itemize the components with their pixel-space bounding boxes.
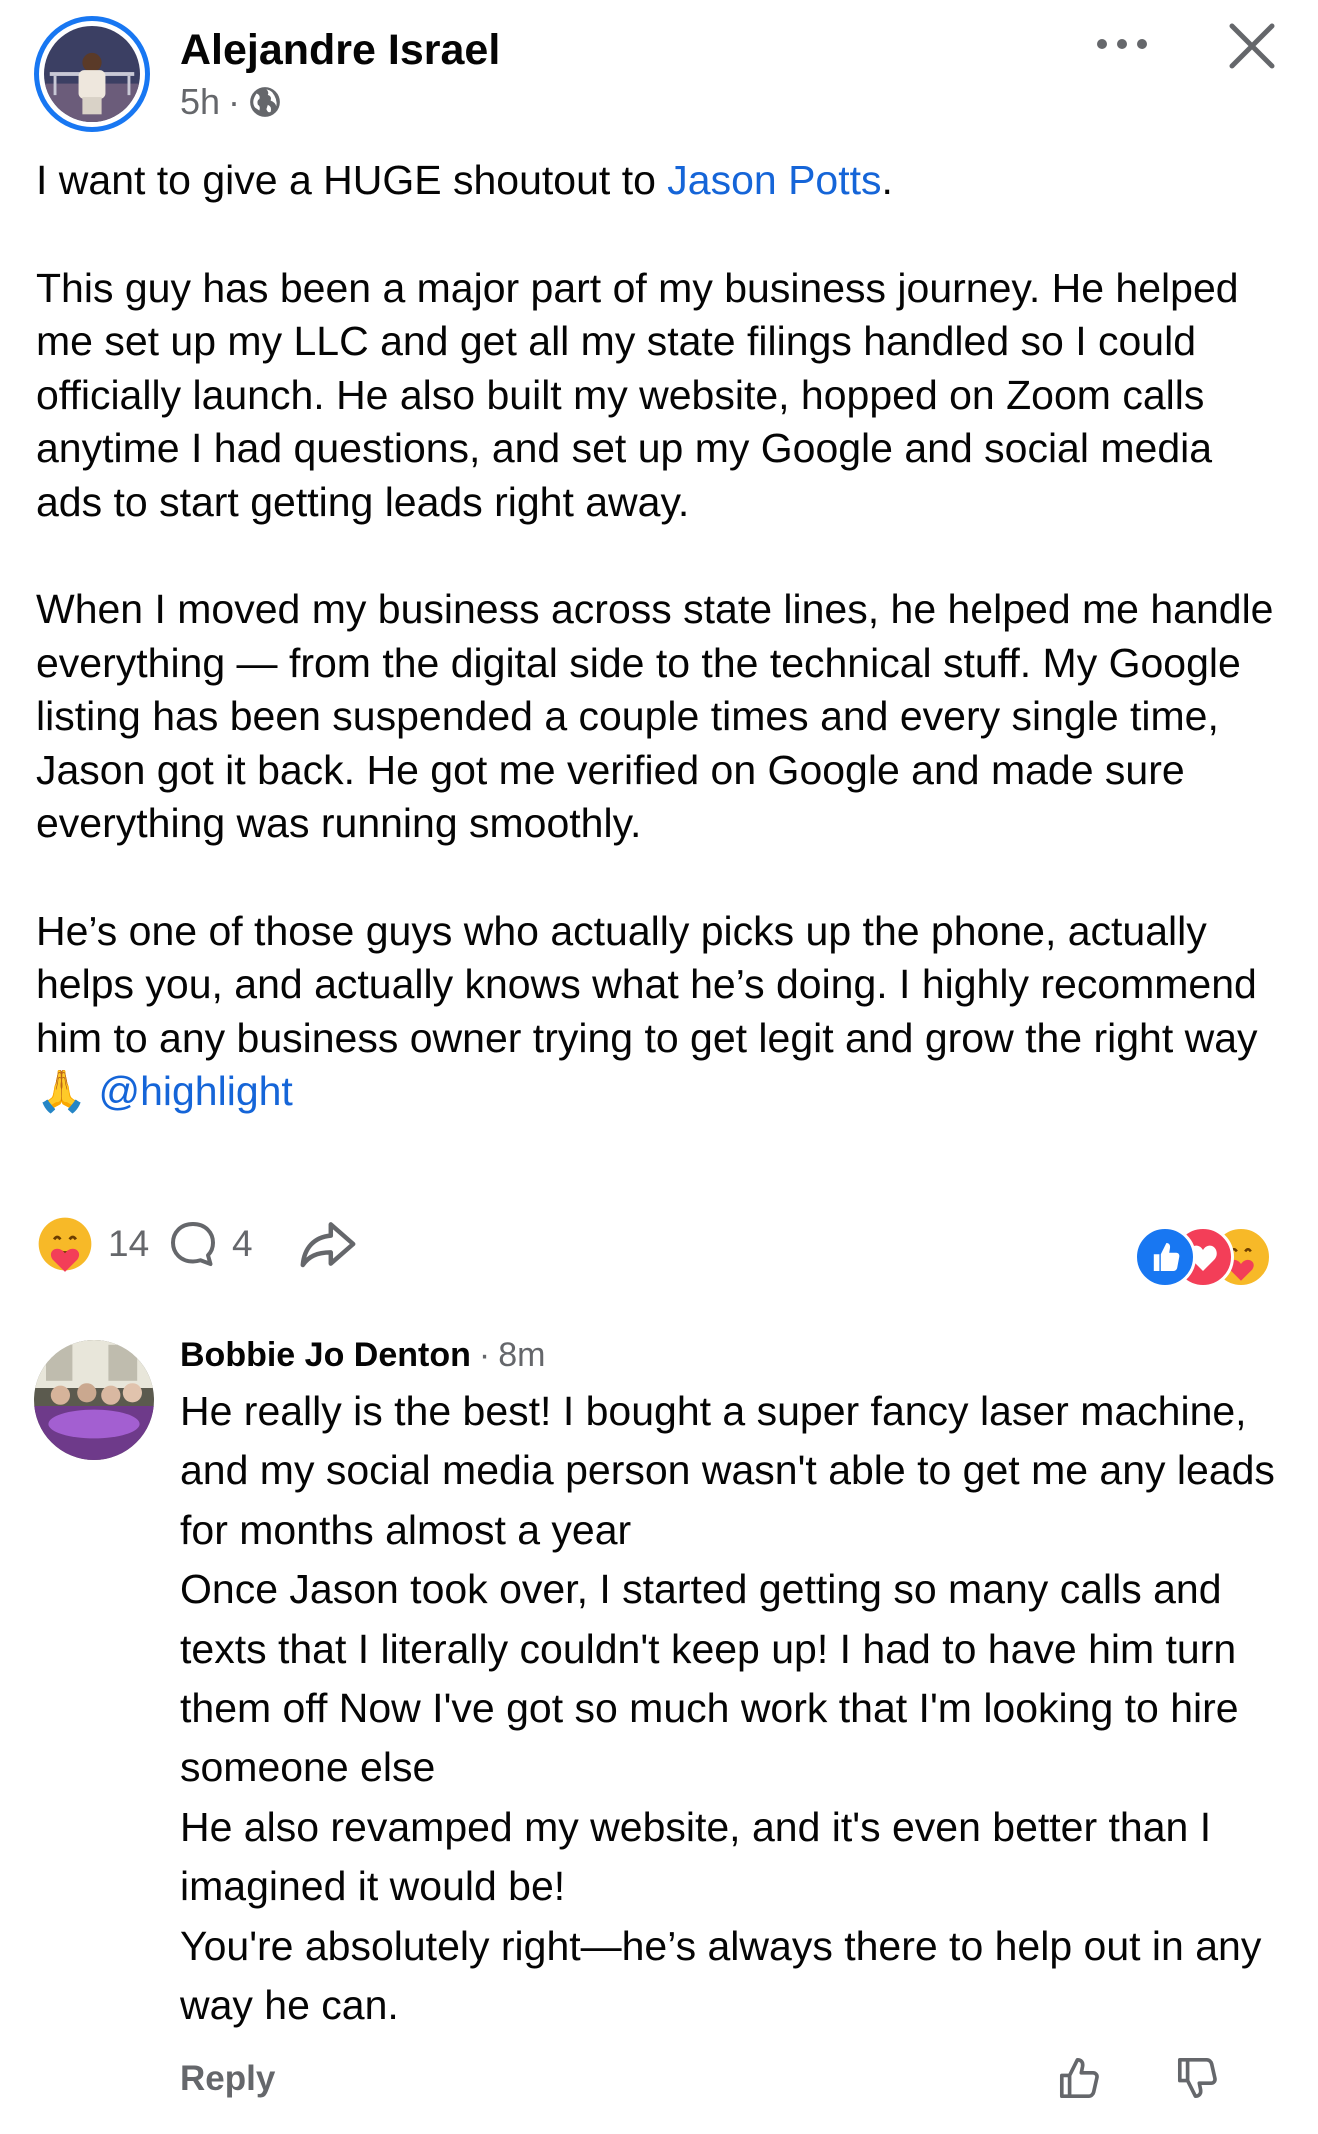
globe-icon bbox=[250, 87, 280, 117]
reaction-count: 14 bbox=[108, 1223, 150, 1264]
react-button[interactable]: 14 bbox=[34, 1212, 149, 1276]
post-paragraph-4: He’s one of those guys who actually pick… bbox=[36, 907, 1258, 1115]
post-author-name[interactable]: Alejandre Israel bbox=[180, 22, 500, 78]
reply-button[interactable]: Reply bbox=[180, 2054, 275, 2104]
avatar-photo bbox=[44, 26, 140, 122]
thumbs-up-icon[interactable] bbox=[1054, 2052, 1106, 2104]
comment-text: He really is the best! I bought a super … bbox=[180, 1382, 1290, 2035]
comment-line: You're absolutely right—he’s always ther… bbox=[180, 1922, 1262, 2029]
comment-count: 4 bbox=[232, 1223, 253, 1264]
comment-time[interactable]: 8m bbox=[498, 1332, 545, 1378]
post-paragraph-3: When I moved my business across state li… bbox=[36, 586, 1274, 846]
comment-line: He also revamped my website, and it's ev… bbox=[180, 1803, 1212, 1910]
mention-link[interactable]: Jason Potts bbox=[667, 157, 881, 203]
commenter-name[interactable]: Bobbie Jo Denton bbox=[180, 1332, 471, 1378]
comment-line: He really is the best! I bought a super … bbox=[180, 1388, 1275, 1553]
comment-button[interactable]: 4 bbox=[168, 1212, 253, 1276]
share-icon bbox=[300, 1222, 356, 1268]
thumbs-down-icon[interactable] bbox=[1172, 2052, 1224, 2104]
pray-emoji: 🙏 bbox=[36, 1068, 88, 1114]
post-paragraph-1: I want to give a HUGE shoutout to Jason … bbox=[36, 157, 893, 203]
comment-icon bbox=[171, 1222, 215, 1266]
care-emoji-icon bbox=[38, 1217, 92, 1272]
meta-separator: · bbox=[228, 81, 241, 122]
post-text: I want to give a HUGE shoutout to Jason … bbox=[36, 154, 1286, 1119]
post-meta: 5h · bbox=[180, 80, 282, 124]
author-avatar[interactable] bbox=[34, 16, 150, 132]
reaction-summary[interactable] bbox=[1134, 1226, 1284, 1288]
post-paragraph-2: This guy has been a major part of my bus… bbox=[36, 264, 1239, 525]
share-button[interactable] bbox=[296, 1212, 360, 1276]
commenter-avatar[interactable] bbox=[34, 1340, 154, 1460]
close-icon[interactable] bbox=[1224, 18, 1280, 74]
post-time[interactable]: 5h bbox=[180, 80, 220, 124]
post-actions: 14 4 bbox=[34, 1212, 1294, 1288]
comment-header: Bobbie Jo Denton · 8m bbox=[180, 1332, 545, 1378]
like-icon bbox=[1134, 1226, 1196, 1288]
comment-line: Once Jason took over, I started getting … bbox=[180, 1566, 1239, 1791]
more-options-icon[interactable] bbox=[1090, 24, 1154, 64]
highlight-tag[interactable]: @highlight bbox=[98, 1068, 292, 1114]
comment-separator: · bbox=[478, 1336, 491, 1374]
